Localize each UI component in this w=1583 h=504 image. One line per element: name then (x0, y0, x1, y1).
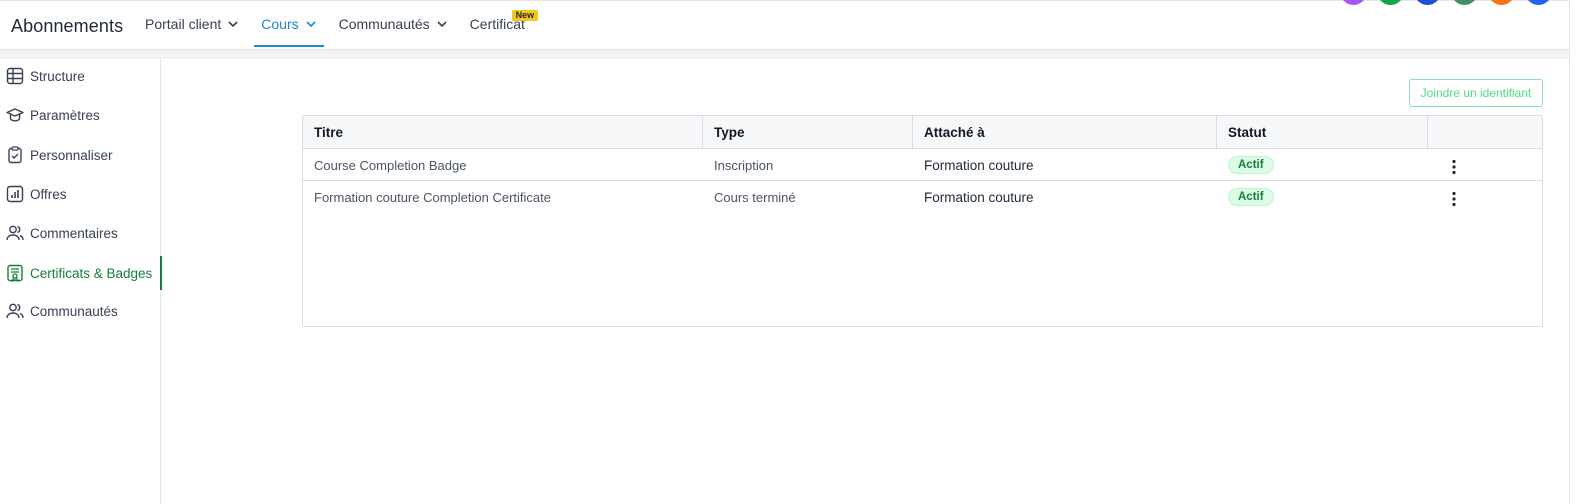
sidebar: Structure Paramètres Personnaliser Offre… (0, 58, 162, 504)
new-badge: New (511, 10, 539, 21)
sidebar-item-offres[interactable]: Offres (0, 177, 161, 211)
join-credential-button[interactable]: Joindre un identifiant (1409, 79, 1543, 107)
column-header-statut[interactable]: Statut (1217, 116, 1428, 149)
chevron-down-icon (228, 21, 238, 28)
sidebar-item-label: Paramètres (30, 107, 100, 123)
kebab-menu-icon (1452, 191, 1456, 207)
column-header-actions (1428, 116, 1542, 149)
column-header-type[interactable]: Type (703, 116, 913, 149)
nav-cours[interactable]: Cours (254, 1, 325, 47)
table-grid-icon (6, 67, 24, 85)
cell-type: Inscription (714, 157, 774, 173)
avatar[interactable] (1525, 0, 1552, 5)
app-title: Abonnements (11, 16, 124, 36)
users-icon (6, 225, 24, 241)
credentials-table: Titre Type Attaché à Statut Course Compl… (302, 115, 1543, 327)
cell-type: Cours terminé (714, 189, 796, 205)
nav-label: Cours (261, 16, 299, 32)
header-divider (0, 50, 1569, 58)
sidebar-item-label: Structure (30, 68, 85, 84)
certificate-icon (7, 264, 23, 282)
nav-portail-client[interactable]: Portail client (145, 1, 239, 47)
avatar[interactable] (1340, 0, 1367, 5)
avatar[interactable] (1488, 0, 1515, 5)
row-actions-button[interactable] (1444, 189, 1464, 209)
cell-title: Formation couture Completion Certificate (314, 189, 551, 205)
sidebar-item-label: Certificats & Badges (30, 265, 153, 281)
bar-chart-icon (6, 185, 24, 203)
kebab-menu-icon (1452, 159, 1456, 175)
sidebar-item-structure[interactable]: Structure (0, 59, 161, 93)
column-header-attache[interactable]: Attaché à (913, 116, 1217, 149)
sidebar-item-label: Commentaires (30, 225, 118, 241)
avatar-group (1340, 0, 1562, 5)
nav-communautes[interactable]: Communautés (339, 1, 448, 47)
clipboard-check-icon (8, 146, 22, 164)
nav-certificat[interactable]: Certificat New (470, 1, 539, 47)
sidebar-item-certificats-badges[interactable]: Certificats & Badges (0, 256, 162, 290)
sidebar-item-communautes[interactable]: Communautés (0, 294, 161, 328)
avatar[interactable] (1414, 0, 1441, 5)
cell-attached: Formation couture (924, 157, 1034, 173)
cell-status: Actif (1217, 149, 1274, 181)
table-header: Titre Type Attaché à Statut (303, 116, 1542, 149)
graduation-cap-icon (6, 108, 24, 122)
row-actions-button[interactable] (1444, 157, 1464, 177)
avatar[interactable] (1377, 0, 1404, 5)
status-badge: Actif (1228, 188, 1274, 206)
sidebar-item-personnaliser[interactable]: Personnaliser (0, 138, 161, 172)
sidebar-item-label: Offres (30, 186, 67, 202)
nav-label: Portail client (145, 16, 222, 32)
top-nav: Portail client Cours Communautés Certifi… (145, 1, 547, 51)
avatar[interactable] (1451, 0, 1478, 5)
cell-status: Actif (1217, 181, 1274, 213)
status-badge: Actif (1228, 156, 1274, 174)
scrollbar[interactable] (1569, 0, 1583, 504)
sidebar-item-label: Communautés (30, 303, 118, 319)
sidebar-item-label: Personnaliser (30, 147, 113, 163)
column-header-titre[interactable]: Titre (303, 116, 703, 149)
chevron-down-icon (437, 21, 447, 28)
top-header: Abonnements Portail client Cours Communa… (0, 0, 1569, 50)
table-row[interactable]: Formation couture Completion Certificate… (303, 181, 1542, 213)
chevron-down-icon (306, 21, 316, 28)
cell-title: Course Completion Badge (314, 157, 467, 173)
sidebar-item-commentaires[interactable]: Commentaires (0, 216, 161, 250)
sidebar-item-parametres[interactable]: Paramètres (0, 98, 161, 132)
table-row[interactable]: Course Completion Badge Inscription Form… (303, 149, 1542, 181)
nav-label: Communautés (338, 16, 430, 32)
cell-attached: Formation couture (924, 189, 1034, 205)
users-icon (6, 303, 24, 319)
